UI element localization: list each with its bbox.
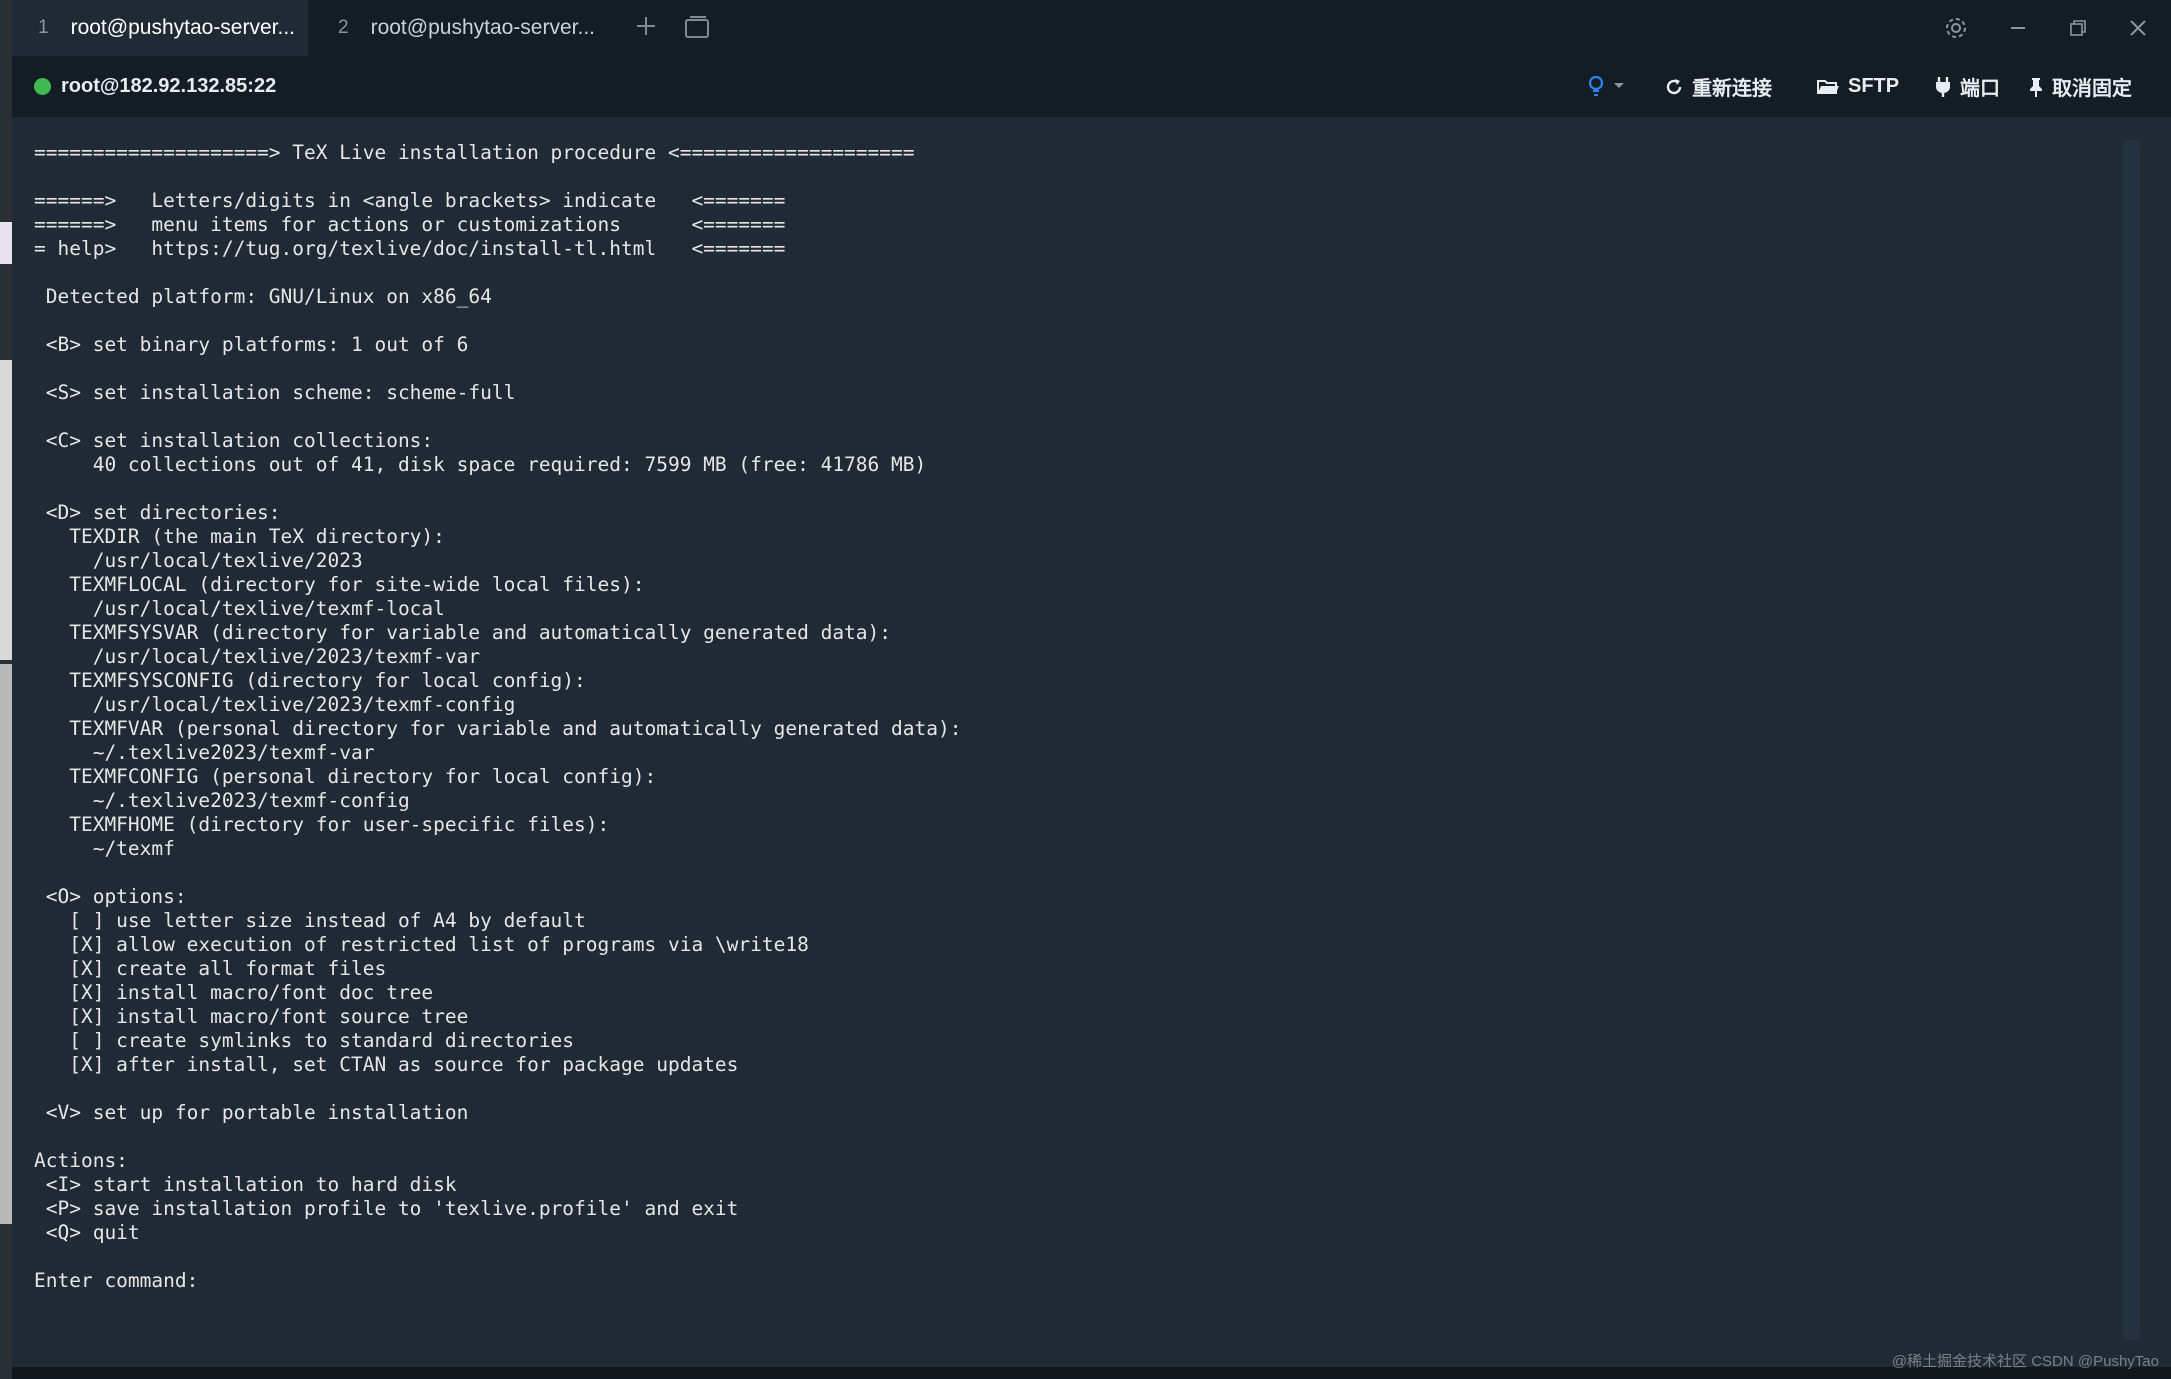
tab-bar: 1 root@pushytao-server... 2 root@pushyta… (12, 0, 2171, 56)
sftp-button[interactable]: SFTP (1816, 56, 1899, 117)
tab-number: 2 (338, 17, 349, 38)
close-icon[interactable] (2110, 0, 2166, 56)
tab-title: root@pushytao-server... (370, 16, 595, 39)
minimize-icon[interactable] (1990, 0, 2046, 56)
port-button[interactable]: 端口 (1934, 56, 2000, 117)
window-list-icon[interactable] (684, 14, 710, 40)
terminal-scrollbar[interactable] (2122, 140, 2140, 1340)
reconnect-label: 重新连接 (1692, 78, 1772, 100)
terminal-output: ====================> TeX Live installat… (34, 141, 962, 1292)
background-window-fragment (0, 360, 12, 660)
tab-session-2[interactable]: 2 root@pushytao-server... (308, 0, 608, 56)
plug-icon (1936, 76, 1950, 97)
port-label: 端口 (1960, 78, 2000, 100)
background-window-fragment (0, 222, 12, 264)
plus-icon[interactable] (626, 8, 666, 48)
tab-number: 1 (38, 17, 49, 38)
pin-icon (2030, 77, 2042, 97)
session-toolbar: root@182.92.132.85:22 重新连接 SFTP 端口 取消固定 (12, 56, 2171, 117)
background-window-strip (0, 0, 12, 1379)
session-host: root@182.92.132.85:22 (61, 75, 277, 97)
terminal-app-window: 1 root@pushytao-server... 2 root@pushyta… (0, 0, 2171, 1379)
folder-icon (1817, 79, 1839, 94)
sftp-label: SFTP (1848, 75, 1900, 97)
restore-icon[interactable] (2050, 0, 2106, 56)
connection-status-indicator (34, 78, 51, 95)
unpin-label: 取消固定 (2052, 78, 2132, 100)
reconnect-button[interactable]: 重新连接 (1664, 56, 1772, 117)
background-window-fragment (0, 664, 12, 1224)
unpin-button[interactable]: 取消固定 (2028, 56, 2132, 117)
tab-title: root@pushytao-server... (70, 16, 295, 39)
lightbulb-icon[interactable] (1582, 72, 1642, 102)
terminal-output-area[interactable]: ====================> TeX Live installat… (12, 117, 2122, 1367)
window-bottom-edge (12, 1367, 2171, 1379)
tab-session-1[interactable]: 1 root@pushytao-server... (12, 0, 308, 56)
refresh-icon (1666, 78, 1682, 94)
gear-icon[interactable] (1928, 0, 1984, 56)
watermark-text: @稀土掘金技术社区 CSDN @PushyTao (1891, 1353, 2159, 1370)
